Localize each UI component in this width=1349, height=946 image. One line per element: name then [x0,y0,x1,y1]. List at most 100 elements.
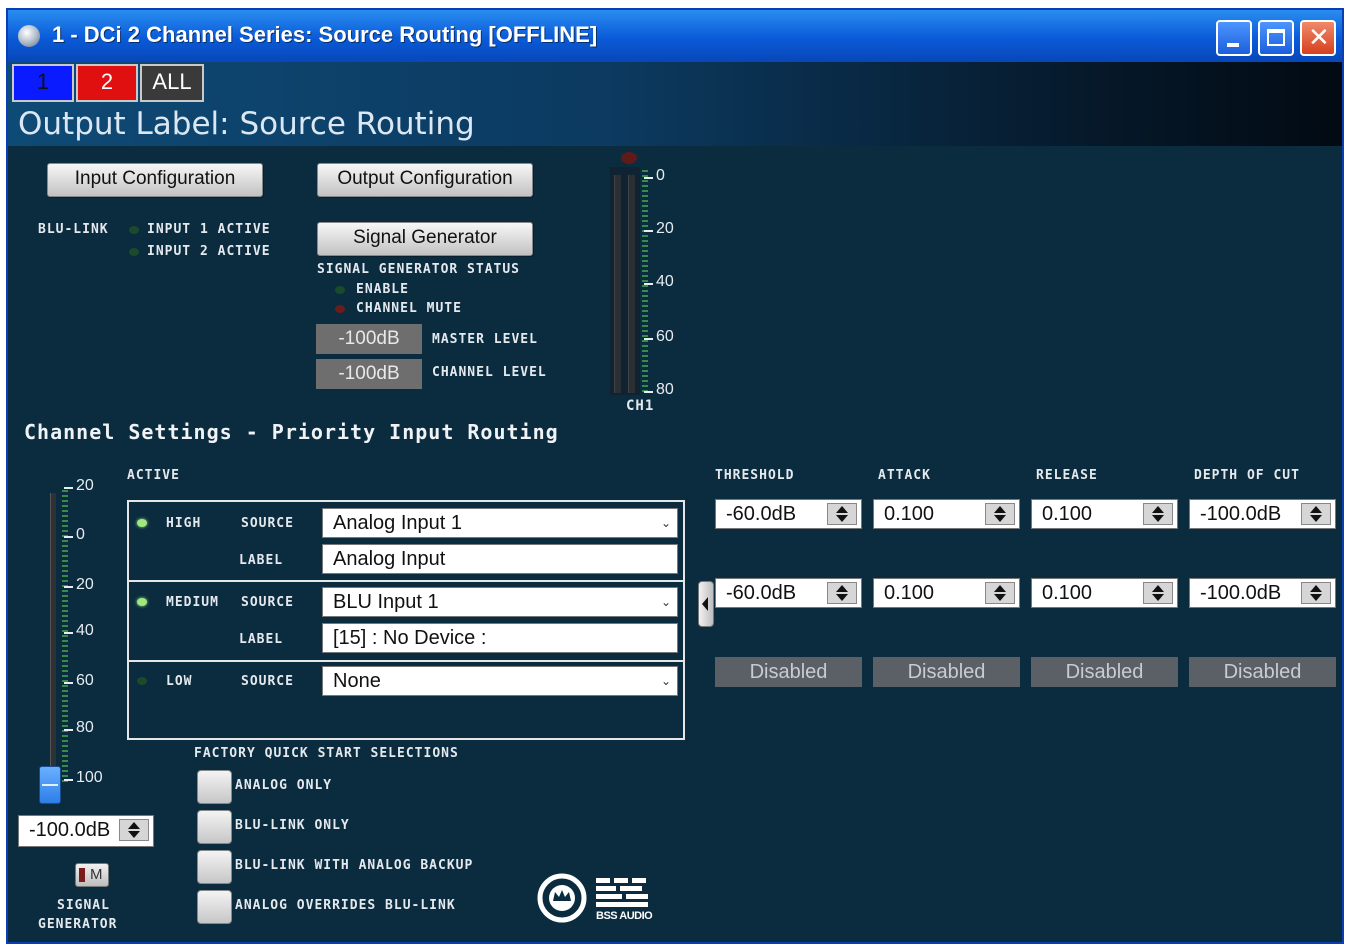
mute-label: M [90,866,103,883]
spin-arrows-icon[interactable] [985,503,1015,525]
attack-high-spinner[interactable]: 0.100 [873,499,1020,529]
channel-tab-1[interactable]: 1 [12,64,74,102]
medium-label-field[interactable]: [15] : No Device : [322,623,678,653]
high-source-dropdown[interactable]: Analog Input 1 ⌄ [322,508,678,538]
meter-bar-left [614,175,621,393]
peak-indicator [621,152,637,164]
fader-tick [64,536,73,538]
release-medium-value: 0.100 [1042,582,1093,604]
fader-tick [64,779,73,781]
release-high-value: 0.100 [1042,503,1093,525]
app-icon [18,25,40,47]
meter-channel-label: CH1 [626,398,655,414]
blu-link-label: BLU-LINK [38,222,109,237]
low-priority-label: LOW [166,674,193,689]
enable-led [335,286,345,294]
depth-low-disabled: Disabled [1189,657,1336,687]
threshold-low-disabled: Disabled [715,657,862,687]
threshold-high-spinner[interactable]: -60.0dB [715,499,862,529]
fader-scale-ticks [62,490,68,782]
master-level-label: MASTER LEVEL [432,332,538,347]
priority-divider [129,580,683,582]
signal-label: SIGNAL [57,898,110,913]
meter-scale-60: 60 [656,328,674,345]
depth-high-spinner[interactable]: -100.0dB [1189,499,1336,529]
channel-tab-2[interactable]: 2 [76,64,138,102]
input1-active-led [129,226,139,234]
spin-arrows-icon[interactable] [827,582,857,604]
low-active-led [137,677,147,685]
high-label-field[interactable]: Analog Input [322,544,678,574]
output-label: Output Label: Source Routing [18,106,475,142]
spin-arrows-icon[interactable] [1301,582,1331,604]
analog-overrides-blu-link-button[interactable] [197,890,232,924]
channel-level-label: CHANNEL LEVEL [432,365,547,380]
minimize-button[interactable] [1216,20,1252,56]
generator-label: GENERATOR [38,917,118,932]
spin-arrows-icon[interactable] [1301,503,1331,525]
output-configuration-button[interactable]: Output Configuration [317,163,533,197]
threshold-medium-spinner[interactable]: -60.0dB [715,578,862,608]
meter-scale-40: 40 [656,273,674,290]
fader-tick [64,586,73,588]
medium-active-led [137,598,147,606]
fader-tick [64,487,73,489]
spin-arrows-icon[interactable] [1143,582,1173,604]
low-source-dropdown[interactable]: None ⌄ [322,666,678,696]
meter-scale-ticks [642,170,648,392]
channel-tab-all[interactable]: ALL [140,64,204,102]
attack-medium-spinner[interactable]: 0.100 [873,578,1020,608]
collapse-panel-button[interactable] [698,581,714,627]
fader-level-value: -100.0dB [29,819,111,841]
master-level-value: -100dB [316,324,422,354]
analog-only-button[interactable] [197,770,232,804]
meter-tick-0 [644,177,653,179]
input-configuration-button[interactable]: Input Configuration [47,163,263,197]
fader-track[interactable] [50,493,56,803]
priority-divider [129,660,683,662]
fader-level-spinner[interactable]: -100.0dB [18,815,154,847]
fader-tick [64,632,73,634]
meter-scale-80: 80 [656,381,674,398]
release-low-disabled: Disabled [1031,657,1178,687]
meter-scale-20: 20 [656,220,674,237]
close-button[interactable]: ✕ [1300,20,1336,56]
threshold-high-value: -60.0dB [726,503,797,525]
input2-active-led [129,248,139,256]
release-header: RELEASE [1036,468,1098,483]
chevron-down-icon: ⌄ [660,595,671,609]
title-bar[interactable]: 1 - DCi 2 Channel Series: Source Routing… [8,10,1342,62]
mute-button[interactable]: M [75,863,109,887]
analog-only-label: ANALOG ONLY [235,778,333,793]
spin-arrows-icon[interactable] [827,503,857,525]
ch1-meter [610,167,640,395]
blu-link-analog-backup-label: BLU-LINK WITH ANALOG BACKUP [235,858,474,873]
depth-medium-spinner[interactable]: -100.0dB [1189,578,1336,608]
spin-arrows-icon[interactable] [119,819,149,841]
app-window: 1 - DCi 2 Channel Series: Source Routing… [6,8,1344,944]
priority-routing-panel: HIGH SOURCE Analog Input 1 ⌄ LABEL Analo… [127,500,685,740]
blu-link-only-button[interactable] [197,810,232,844]
medium-priority-label: MEDIUM [166,595,219,610]
release-medium-spinner[interactable]: 0.100 [1031,578,1178,608]
input2-active-label: INPUT 2 ACTIVE [147,244,271,259]
maximize-button[interactable] [1258,20,1294,56]
fader-scale-0: 0 [76,526,85,543]
fader-knob[interactable] [39,766,61,804]
spin-arrows-icon[interactable] [985,582,1015,604]
medium-source-dropdown[interactable]: BLU Input 1 ⌄ [322,587,678,617]
channel-settings-title: Channel Settings - Priority Input Routin… [24,420,559,444]
mute-indicator [79,868,85,882]
threshold-medium-value: -60.0dB [726,582,797,604]
chevron-down-icon: ⌄ [660,674,671,688]
spin-arrows-icon[interactable] [1143,503,1173,525]
low-source-label: SOURCE [241,674,294,689]
medium-label-label: LABEL [239,632,284,647]
meter-scale-0: 0 [656,167,665,184]
input1-active-label: INPUT 1 ACTIVE [147,222,271,237]
chevron-down-icon: ⌄ [660,516,671,530]
release-high-spinner[interactable]: 0.100 [1031,499,1178,529]
attack-medium-value: 0.100 [884,582,935,604]
blu-link-analog-backup-button[interactable] [197,850,232,884]
signal-generator-button[interactable]: Signal Generator [317,222,533,256]
